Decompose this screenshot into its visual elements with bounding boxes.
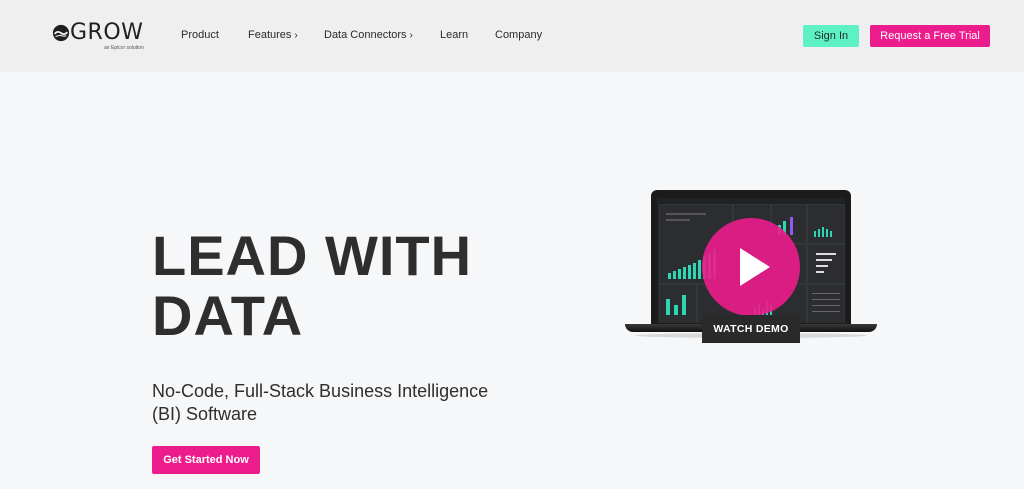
logo-tagline: an Epicor solution [104,45,144,51]
hero-title-line: LEAD WITH [152,224,473,287]
sign-in-button[interactable]: Sign In [803,25,859,47]
site-header: GROW an Epicor solution Product Features… [0,0,1024,72]
nav-label: Company [495,29,543,41]
play-video-button[interactable] [702,218,800,316]
nav-item-learn[interactable]: Learn [440,29,468,41]
hero-title-line: DATA [152,284,304,347]
chevron-right-icon: › [294,30,298,41]
get-started-button[interactable]: Get Started Now [152,446,260,474]
hero-title: LEAD WITH DATA [152,226,552,346]
request-free-trial-button[interactable]: Request a Free Trial [870,25,990,47]
hero-subtitle: No-Code, Full-Stack Business Intelligenc… [152,380,532,426]
mini-hbar-graphic [816,253,836,273]
grow-logo[interactable]: GROW an Epicor solution [52,20,152,56]
table-graphic [812,293,840,312]
dashboard-panel [807,204,845,244]
logo-wordmark: GROW [70,20,144,45]
nav-label: Product [181,29,219,41]
hero-subtitle-line: (BI) Software [152,404,258,424]
nav-item-features[interactable]: Features › [248,29,298,41]
nav-item-data-connectors[interactable]: Data Connectors › [324,29,413,41]
dashboard-panel [807,284,845,323]
nav-label: Learn [440,29,469,41]
mini-bar-graphic [666,295,686,315]
grow-logo-icon [52,24,70,42]
nav-item-product[interactable]: Product [181,29,219,41]
watch-demo-button[interactable]: WATCH DEMO [702,315,800,343]
dashboard-panel [807,244,845,284]
nav-label: Features [248,29,292,41]
dashboard-panel [659,284,697,323]
hero-subtitle-line: No-Code, Full-Stack Business Intelligenc… [152,381,489,401]
play-icon [740,248,770,286]
mini-bar-graphic [814,227,832,237]
chevron-right-icon: › [409,30,413,41]
nav-item-company[interactable]: Company [495,29,542,41]
nav-label: Data Connectors [324,29,407,41]
